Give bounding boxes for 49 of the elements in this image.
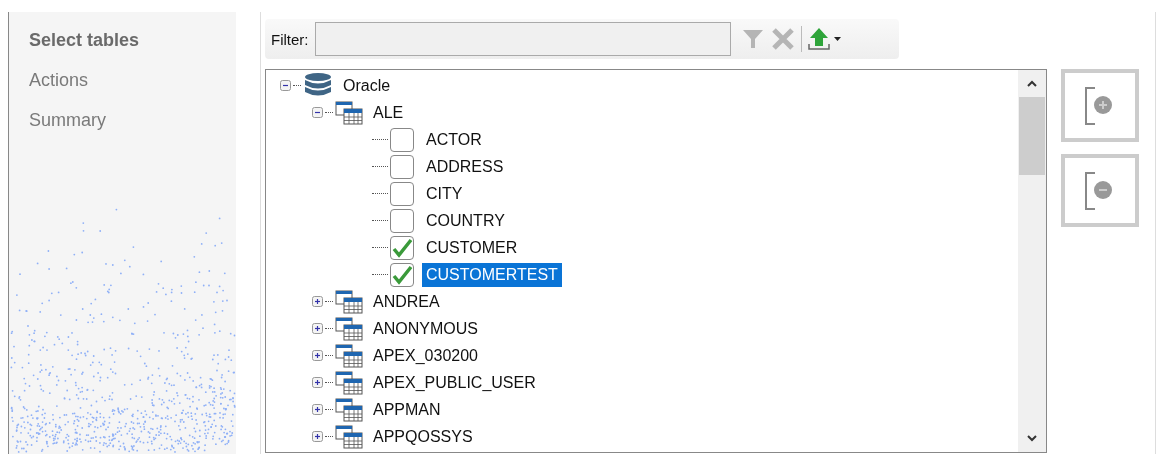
tree-node-label[interactable]: ADDRESS	[422, 154, 508, 179]
filter-label: Filter:	[271, 30, 309, 48]
tree-node-label[interactable]: ANONYMOUS	[369, 316, 482, 341]
expand-toggle[interactable]	[312, 107, 323, 118]
filter-field[interactable]	[314, 22, 731, 56]
expand-toggle[interactable]	[312, 323, 323, 334]
scrollbar-thumb[interactable]	[1019, 97, 1045, 175]
expand-toggle[interactable]	[312, 431, 323, 442]
tables-icon	[335, 343, 363, 368]
tree-node-label[interactable]: APPMAN	[369, 397, 445, 422]
expand-toggle[interactable]	[280, 80, 291, 91]
remove-button[interactable]	[1061, 154, 1139, 227]
checkbox[interactable]	[390, 208, 414, 233]
tables-icon	[335, 100, 363, 125]
checkbox[interactable]	[390, 181, 414, 206]
scrollbar[interactable]	[1018, 70, 1046, 452]
checkbox[interactable]	[390, 127, 414, 152]
expand-toggle[interactable]	[312, 404, 323, 415]
tree-node-label[interactable]: APEX_PUBLIC_USER	[369, 370, 540, 395]
tables-icon	[335, 370, 363, 395]
tree-node-label[interactable]: ANDREA	[369, 289, 444, 314]
tree-node-label[interactable]: ACTOR	[422, 127, 486, 152]
wizard-step[interactable]: Summary	[29, 108, 106, 132]
tree-node-label[interactable]: CUSTOMERTEST	[422, 262, 562, 287]
tree-node-label[interactable]: COUNTRY	[422, 208, 509, 233]
tree-node-label[interactable]: APEX_030200	[369, 343, 482, 368]
expand-toggle[interactable]	[312, 296, 323, 307]
tree-node-label[interactable]: ALE	[369, 100, 408, 125]
checkbox[interactable]	[390, 154, 414, 179]
tree-node-label[interactable]: Oracle	[339, 73, 395, 98]
tree-node-label[interactable]: CITY	[422, 181, 467, 206]
expand-toggle[interactable]	[312, 377, 323, 388]
add-button[interactable]	[1061, 69, 1139, 142]
checkbox[interactable]	[390, 235, 414, 260]
tables-icon	[335, 424, 363, 449]
close-icon[interactable]	[770, 27, 795, 51]
scroll-up-icon[interactable]	[1027, 80, 1037, 87]
tables-icon	[335, 289, 363, 314]
filter-icon[interactable]	[740, 27, 765, 51]
scroll-down-icon[interactable]	[1027, 435, 1037, 442]
checkbox[interactable]	[390, 262, 414, 287]
caret-icon[interactable]	[833, 37, 841, 41]
expand-toggle[interactable]	[312, 350, 323, 361]
tables-icon	[335, 316, 363, 341]
wizard-step[interactable]: Select tables	[29, 28, 140, 52]
wizard-step[interactable]: Actions	[29, 68, 89, 92]
tables-icon	[335, 397, 363, 422]
tree-node-label[interactable]: APPQOSSYS	[369, 424, 477, 449]
tree-node-label[interactable]: CUSTOMER	[422, 235, 522, 260]
